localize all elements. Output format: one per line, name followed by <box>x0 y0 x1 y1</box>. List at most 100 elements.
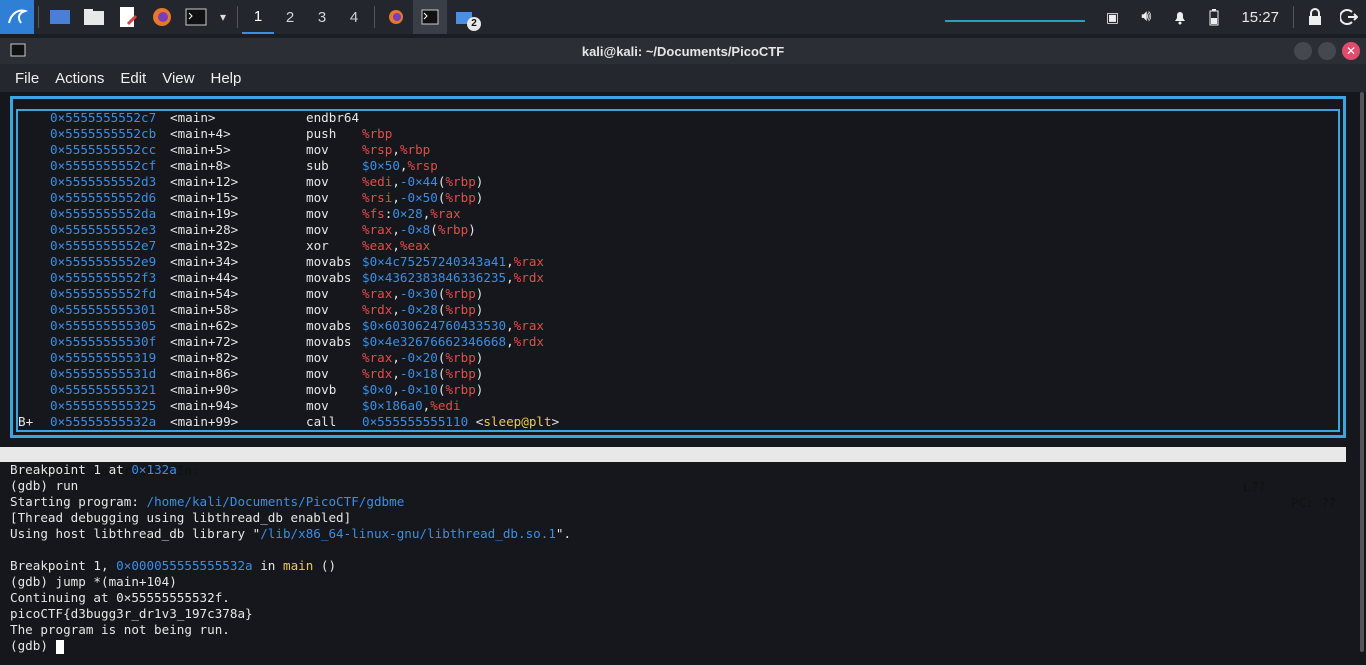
asm-operand-token: %eax <box>399 238 431 253</box>
asm-address: 0×5555555552fd <box>50 286 157 301</box>
asm-opcode: movabs <box>306 334 352 349</box>
asm-operand-token: %rbp <box>445 302 476 317</box>
gdb-status-line: multi-thre No process In: L?? PC: ?? <box>0 447 1346 510</box>
menu-help[interactable]: Help <box>202 70 249 87</box>
display-icon[interactable]: ▣ <box>1095 0 1129 34</box>
asm-operand-token: %rdx <box>362 366 393 381</box>
console-text: 0×000055555555532a <box>116 558 253 573</box>
text-editor-icon[interactable] <box>111 0 145 34</box>
asm-operand-token: , <box>392 222 400 237</box>
asm-operand-token: %rax <box>513 318 544 333</box>
asm-address: 0×5555555552da <box>50 206 157 221</box>
console-line: Using host libthread_db library "/lib/x8… <box>10 526 571 542</box>
battery-icon[interactable] <box>1197 0 1231 34</box>
close-button[interactable]: ✕ <box>1342 42 1360 60</box>
desktop-icon[interactable] <box>43 0 77 34</box>
asm-address: 0×555555555301 <box>50 302 157 317</box>
asm-operand-token: $0×4e32676662346668 <box>362 334 507 349</box>
console-text: (gdb) run <box>10 478 79 493</box>
scrollbar-thumb[interactable] <box>1360 92 1364 652</box>
workspace-3[interactable]: 3 <box>306 0 338 34</box>
workspace-2[interactable]: 2 <box>274 0 306 34</box>
asm-opcode: mov <box>306 142 329 157</box>
asm-operand-token: ) <box>475 366 484 381</box>
asm-address: 0×555555555325 <box>50 398 157 413</box>
lock-icon[interactable] <box>1298 0 1332 34</box>
asm-operands: %rax,-0×20(%rbp) <box>362 350 483 366</box>
console-text: (gdb) jump *(main+104) <box>10 574 177 589</box>
asm-symbol: <main+44> <box>170 270 239 285</box>
console-text: ". <box>555 526 572 541</box>
firefox-window-icon[interactable] <box>379 0 413 34</box>
workspace-1[interactable]: 1 <box>242 0 274 34</box>
asm-operand-token: -0×20 <box>399 350 438 365</box>
menu-edit[interactable]: Edit <box>112 70 154 87</box>
notification-bell-icon[interactable] <box>1163 0 1197 34</box>
asm-operands: %rdx,-0×28(%rbp) <box>362 302 483 318</box>
asm-symbol: <main+28> <box>170 222 239 237</box>
asm-address: 0×5555555552c7 <box>50 110 157 125</box>
asm-operand-token: %rbp <box>445 350 476 365</box>
asm-operand-token: ) <box>468 222 476 237</box>
window-titlebar[interactable]: kali@kali: ~/Documents/PicoCTF ✕ <box>0 38 1366 64</box>
file-manager-window-icon[interactable]: 2 <box>447 0 481 34</box>
asm-symbol: <main+8> <box>170 158 231 173</box>
minimize-button[interactable] <box>1294 42 1312 60</box>
console-text: /lib/x86_64-linux-gnu/libthread_db.so.1 <box>260 526 556 541</box>
window-count-badge: 2 <box>467 17 481 31</box>
asm-operand-token: -0×28 <box>399 302 438 317</box>
asm-symbol: <main+90> <box>170 382 239 397</box>
terminal-window-icon[interactable] <box>413 0 447 34</box>
asm-symbol: <main+32> <box>170 238 239 253</box>
asm-operand-token: %rdx <box>362 302 393 317</box>
maximize-button[interactable] <box>1318 42 1336 60</box>
firefox-icon[interactable] <box>145 0 179 34</box>
asm-opcode: mov <box>306 206 329 221</box>
asm-operand-token: $0×6030624760433530 <box>362 318 507 333</box>
file-manager-icon[interactable] <box>77 0 111 34</box>
asm-operand-token: -0×50 <box>399 190 438 205</box>
asm-operands: $0×4362383846336235,%rdx <box>362 270 544 286</box>
asm-opcode: mov <box>306 398 329 413</box>
chevron-down-icon[interactable]: ▾ <box>213 0 233 34</box>
asm-operand-token: , <box>506 254 514 269</box>
asm-address: 0×55555555532a <box>50 414 157 429</box>
console-text: /home/kali/Documents/PicoCTF/gdbme <box>146 494 405 509</box>
taskbar-separator <box>237 6 238 28</box>
asm-operand-token: -0×18 <box>399 366 438 381</box>
asm-opcode: xor <box>306 238 329 253</box>
asm-symbol: <main+19> <box>170 206 239 221</box>
kali-menu-icon[interactable] <box>0 0 34 34</box>
asm-operand-token: %rbp <box>445 366 476 381</box>
logout-icon[interactable] <box>1332 0 1366 34</box>
asm-operand-token: -0×10 <box>399 382 438 397</box>
asm-operand-token: -0×30 <box>399 286 438 301</box>
terminal-icon[interactable] <box>179 0 213 34</box>
asm-operand-token: %edi <box>430 398 461 413</box>
asm-address: 0×5555555552cc <box>50 142 157 157</box>
asm-operands: %rdx,-0×18(%rbp) <box>362 366 483 382</box>
asm-symbol: <main+72> <box>170 334 239 349</box>
asm-operand-token: %rbp <box>437 222 469 237</box>
asm-opcode: movabs <box>306 270 352 285</box>
volume-icon[interactable]: 🔊︎ <box>1129 0 1163 34</box>
menu-view[interactable]: View <box>154 70 202 87</box>
gdb-console[interactable]: Breakpoint 1 at 0×132a (gdb) run Starting … <box>10 462 571 654</box>
asm-address: 0×5555555552cf <box>50 158 157 173</box>
asm-operand-token: $0×50 <box>362 158 400 173</box>
asm-operand-token: %rsi <box>362 190 393 205</box>
asm-operand-token: %fs <box>362 206 385 221</box>
console-text: (gdb) <box>10 638 56 653</box>
menu-actions[interactable]: Actions <box>47 70 112 87</box>
asm-operand-token: ) <box>475 350 484 365</box>
asm-symbol: <main+94> <box>170 398 239 413</box>
workspace-4[interactable]: 4 <box>338 0 370 34</box>
asm-operand-token: %rbp <box>399 142 431 157</box>
asm-symbol: <main+86> <box>170 366 239 381</box>
clock[interactable]: 15:27 <box>1241 9 1279 26</box>
asm-operand-token: 0×555555555110 <box>362 414 469 429</box>
asm-operand-token: %rbp <box>445 382 476 397</box>
asm-address: 0×555555555321 <box>50 382 157 397</box>
menu-file[interactable]: File <box>0 70 47 87</box>
asm-operand-token: %rbp <box>362 126 393 141</box>
